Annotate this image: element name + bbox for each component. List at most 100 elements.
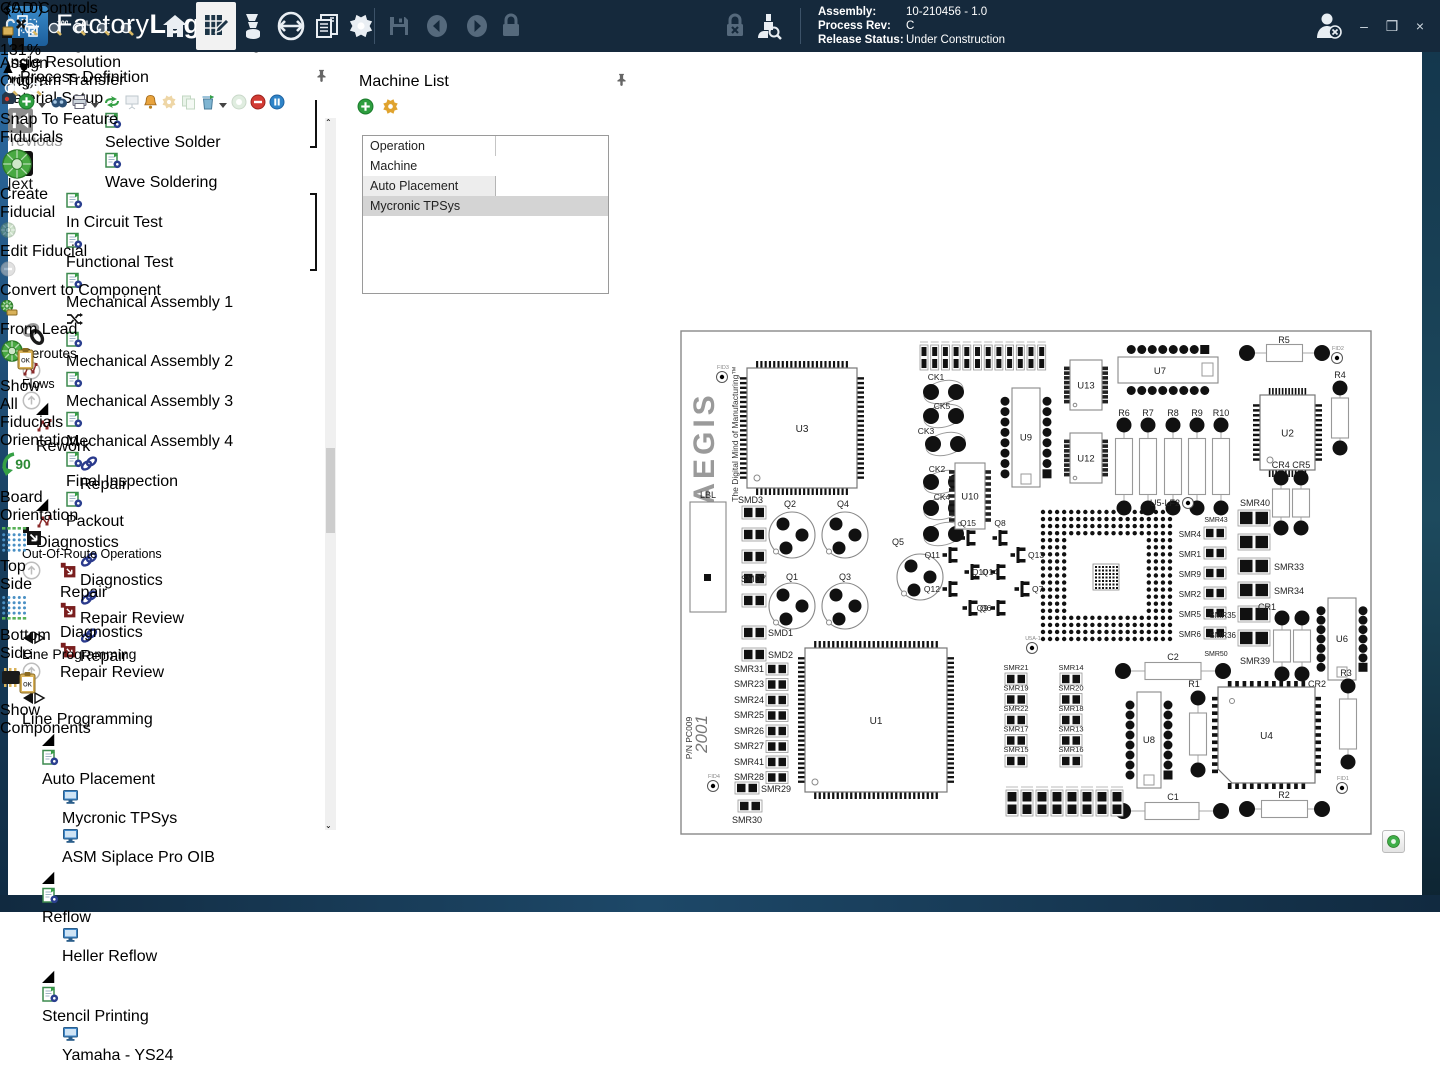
tree-item-yamaha-ys24[interactable]: Yamaha - YS24 bbox=[8, 1026, 326, 1065]
svg-text:SMR27: SMR27 bbox=[734, 741, 764, 751]
nav-settings-icon[interactable] bbox=[346, 11, 376, 41]
svg-text:SMR41: SMR41 bbox=[734, 757, 764, 767]
scroll-down-icon[interactable]: ⌄ bbox=[325, 821, 336, 830]
tree-item-reflow[interactable]: ◢Reflow bbox=[8, 867, 326, 927]
nav-lock-x-icon[interactable] bbox=[720, 11, 750, 41]
ribbon-group-label: Fiducials bbox=[0, 129, 252, 147]
bottom-side-icon bbox=[0, 594, 50, 627]
svg-text:R4: R4 bbox=[1334, 370, 1346, 380]
show-all-fiducials-button[interactable]: OK Show AllFiducials bbox=[0, 339, 56, 432]
scroll-up-icon[interactable]: ⌃ bbox=[325, 118, 336, 127]
pin-icon[interactable] bbox=[315, 68, 328, 88]
svg-text:R8: R8 bbox=[1167, 408, 1179, 418]
zoom-level-input[interactable]: 131% bbox=[0, 42, 140, 60]
add-machine-button[interactable] bbox=[357, 98, 374, 120]
zoom-in-fast-button[interactable]: ++ bbox=[24, 78, 48, 102]
svg-text:U13: U13 bbox=[1077, 381, 1094, 392]
tree-item-mycronic-tpsys[interactable]: Mycronic TPSys bbox=[8, 789, 326, 828]
close-button[interactable]: × bbox=[1408, 16, 1432, 36]
machine-settings-button[interactable] bbox=[382, 98, 399, 120]
svg-text:U3: U3 bbox=[796, 424, 809, 435]
svg-text:U5A-1: U5A-1 bbox=[1025, 636, 1041, 642]
tree-item-heller-reflow[interactable]: Heller Reflow bbox=[8, 927, 326, 966]
zoom-100-button[interactable]: 100 bbox=[44, 18, 68, 42]
svg-text:FID1: FID1 bbox=[1337, 776, 1349, 782]
board-orientation-icon: 90 bbox=[0, 450, 64, 489]
column-header-machine[interactable]: Machine bbox=[363, 156, 608, 176]
button-label: BoardOrientation bbox=[0, 489, 64, 525]
svg-text:U4: U4 bbox=[1260, 731, 1273, 742]
button-label: CreateFiducial bbox=[0, 186, 56, 222]
nav-forward-icon[interactable] bbox=[462, 11, 492, 41]
table-row[interactable]: Auto PlacementMycronic TPSys bbox=[363, 176, 608, 216]
tree-item-stencil-printing[interactable]: ◢Stencil Printing bbox=[8, 966, 326, 1026]
ribbon-group-fiducials: Fiducials CreateFiducialEdit FiducialConv… bbox=[0, 129, 252, 432]
button-label: ShowComponents bbox=[0, 702, 62, 738]
unlock-button[interactable] bbox=[0, 18, 20, 42]
show-fiducials-icon: OK bbox=[0, 339, 56, 378]
zoom-stepper[interactable]: ▲▼ bbox=[0, 60, 140, 78]
nav-lock-icon[interactable] bbox=[496, 11, 526, 41]
zoom-in-button[interactable]: + bbox=[0, 78, 24, 102]
cell-machine[interactable]: Mycronic TPSys bbox=[363, 196, 608, 216]
svg-text:U12: U12 bbox=[1077, 454, 1094, 465]
expander-icon[interactable]: ◢ bbox=[42, 966, 326, 986]
svg-text:SMR18: SMR18 bbox=[1058, 704, 1083, 713]
fit-view-button[interactable] bbox=[1382, 830, 1405, 853]
column-header-operation[interactable]: Operation bbox=[363, 136, 496, 156]
statusbar: (0, 0) 100ALL--- 131% ▲▼ +++ bbox=[0, 0, 140, 102]
cell-operation[interactable]: Auto Placement bbox=[363, 176, 496, 196]
svg-text:CR1: CR1 bbox=[1258, 602, 1276, 612]
tree-item-auto-placement[interactable]: ◢Auto Placement bbox=[8, 729, 326, 789]
cursor-coordinates: (0, 0) bbox=[6, 0, 43, 17]
convert-to-component-button: Convert to Component bbox=[0, 261, 252, 300]
top-side-button[interactable]: TopSide bbox=[0, 525, 44, 594]
svg-text:CK2: CK2 bbox=[929, 464, 946, 474]
svg-text:SMR26: SMR26 bbox=[734, 726, 764, 736]
zoom-all-button[interactable]: ALL bbox=[68, 18, 92, 42]
button-label: Show AllFiducials bbox=[0, 378, 56, 432]
panel-scrollbar[interactable]: ⌃⌄ bbox=[325, 118, 336, 830]
svg-text:SMR28: SMR28 bbox=[734, 772, 764, 782]
bottom-side-button[interactable]: BottomSide bbox=[0, 594, 50, 663]
nav-save-icon[interactable] bbox=[384, 11, 414, 41]
nav-documents-icon[interactable] bbox=[312, 11, 342, 41]
zoom-out-button[interactable]: - bbox=[116, 18, 140, 42]
nav-data-transfer-icon[interactable] bbox=[276, 11, 306, 41]
table-header-row: OperationMachine bbox=[363, 136, 608, 176]
create-fiducial-button[interactable]: CreateFiducial bbox=[0, 147, 56, 222]
svg-text:CK5: CK5 bbox=[934, 401, 951, 411]
svg-text:SMR43: SMR43 bbox=[1204, 517, 1227, 524]
svg-text:U8: U8 bbox=[1143, 735, 1155, 746]
from-lead-button[interactable]: From Lead bbox=[0, 300, 252, 339]
svg-text:Q9: Q9 bbox=[977, 603, 989, 613]
nav-user-search-icon[interactable] bbox=[754, 11, 784, 41]
svg-text:SMR23: SMR23 bbox=[734, 679, 764, 689]
svg-text:SMD7: SMD7 bbox=[741, 574, 766, 584]
svg-text:SMD2: SMD2 bbox=[768, 650, 793, 660]
svg-text:FID3: FID3 bbox=[717, 365, 729, 371]
svg-text:U6: U6 bbox=[1336, 634, 1348, 645]
svg-text:SMR20: SMR20 bbox=[1058, 684, 1083, 693]
tree-item-asm-siplace-pro-oib[interactable]: ASM Siplace Pro OIB bbox=[8, 828, 326, 867]
opdoc-icon bbox=[42, 986, 326, 1008]
edit-fiducial-button: Edit Fiducial bbox=[0, 222, 252, 261]
svg-text:SMR40: SMR40 bbox=[1240, 498, 1270, 508]
svg-text:Q15: Q15 bbox=[960, 518, 976, 528]
nav-back-icon[interactable] bbox=[422, 11, 452, 41]
maximize-button[interactable]: ❒ bbox=[1380, 16, 1404, 36]
pin-icon[interactable] bbox=[615, 72, 628, 92]
zoom-window-button[interactable] bbox=[20, 18, 44, 42]
top-side-icon bbox=[0, 525, 44, 558]
show-components-button[interactable]: OKShowComponents bbox=[0, 663, 62, 738]
scrollbar-thumb[interactable] bbox=[326, 448, 335, 533]
expander-icon[interactable]: ◢ bbox=[42, 867, 326, 887]
board-orientation-button[interactable]: 90BoardOrientation bbox=[0, 450, 64, 525]
zoom-out-fast-button[interactable]: -- bbox=[92, 18, 116, 42]
user-logout-icon[interactable] bbox=[1312, 10, 1346, 47]
svg-text:OK: OK bbox=[21, 359, 31, 365]
svg-text:SMR30: SMR30 bbox=[732, 815, 762, 825]
minimize-button[interactable]: – bbox=[1352, 16, 1376, 36]
machine-table: OperationMachineAuto PlacementMycronic T… bbox=[362, 135, 609, 294]
window-border-right bbox=[1422, 52, 1440, 895]
